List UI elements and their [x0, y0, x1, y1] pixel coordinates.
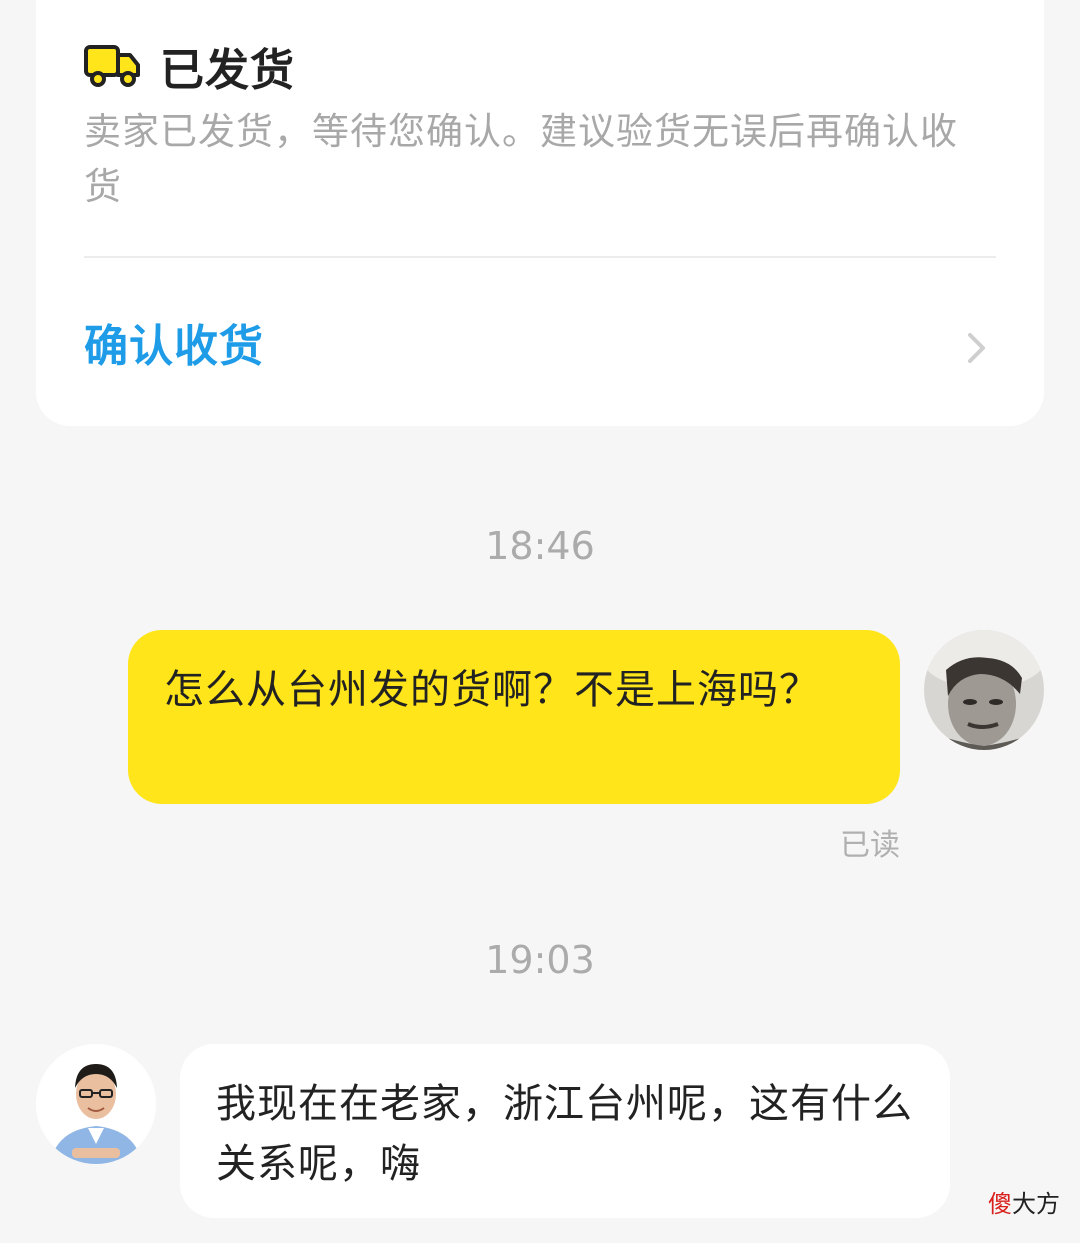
incoming-message-bubble[interactable]: 我现在在老家，浙江台州呢，这有什么关系呢，嗨: [180, 1044, 950, 1218]
watermark-rest: 大方: [1012, 1190, 1060, 1218]
shipping-status-description: 卖家已发货，等待您确认。建议验货无误后再确认收货: [84, 110, 958, 208]
message-timestamp: 18:46: [485, 524, 595, 568]
seller-avatar-photo: [36, 1044, 156, 1164]
chevron-right-icon: [968, 333, 985, 363]
watermark: 傻大方: [988, 1184, 1060, 1219]
watermark-first-char: 傻: [988, 1190, 1012, 1218]
card-divider: [84, 256, 996, 258]
avatar[interactable]: [36, 1044, 156, 1164]
order-status-card: 已发货 卖家已发货，等待您确认。建议验货无误后再确认收货 确认收货: [36, 0, 1044, 426]
user-avatar-photo: [924, 630, 1044, 750]
avatar[interactable]: [924, 630, 1044, 750]
truck-icon: [84, 45, 140, 87]
read-status-label: 已读: [840, 828, 900, 863]
message-timestamp: 19:03: [485, 938, 595, 982]
shipping-status-row: 已发货: [84, 36, 295, 96]
outgoing-message-bubble[interactable]: 怎么从台州发的货啊？不是上海吗？: [128, 630, 900, 804]
shipping-status-title: 已发货: [160, 45, 295, 96]
confirm-receipt-label: 确认收货: [84, 321, 264, 372]
confirm-receipt-button[interactable]: 确认收货: [84, 314, 996, 380]
